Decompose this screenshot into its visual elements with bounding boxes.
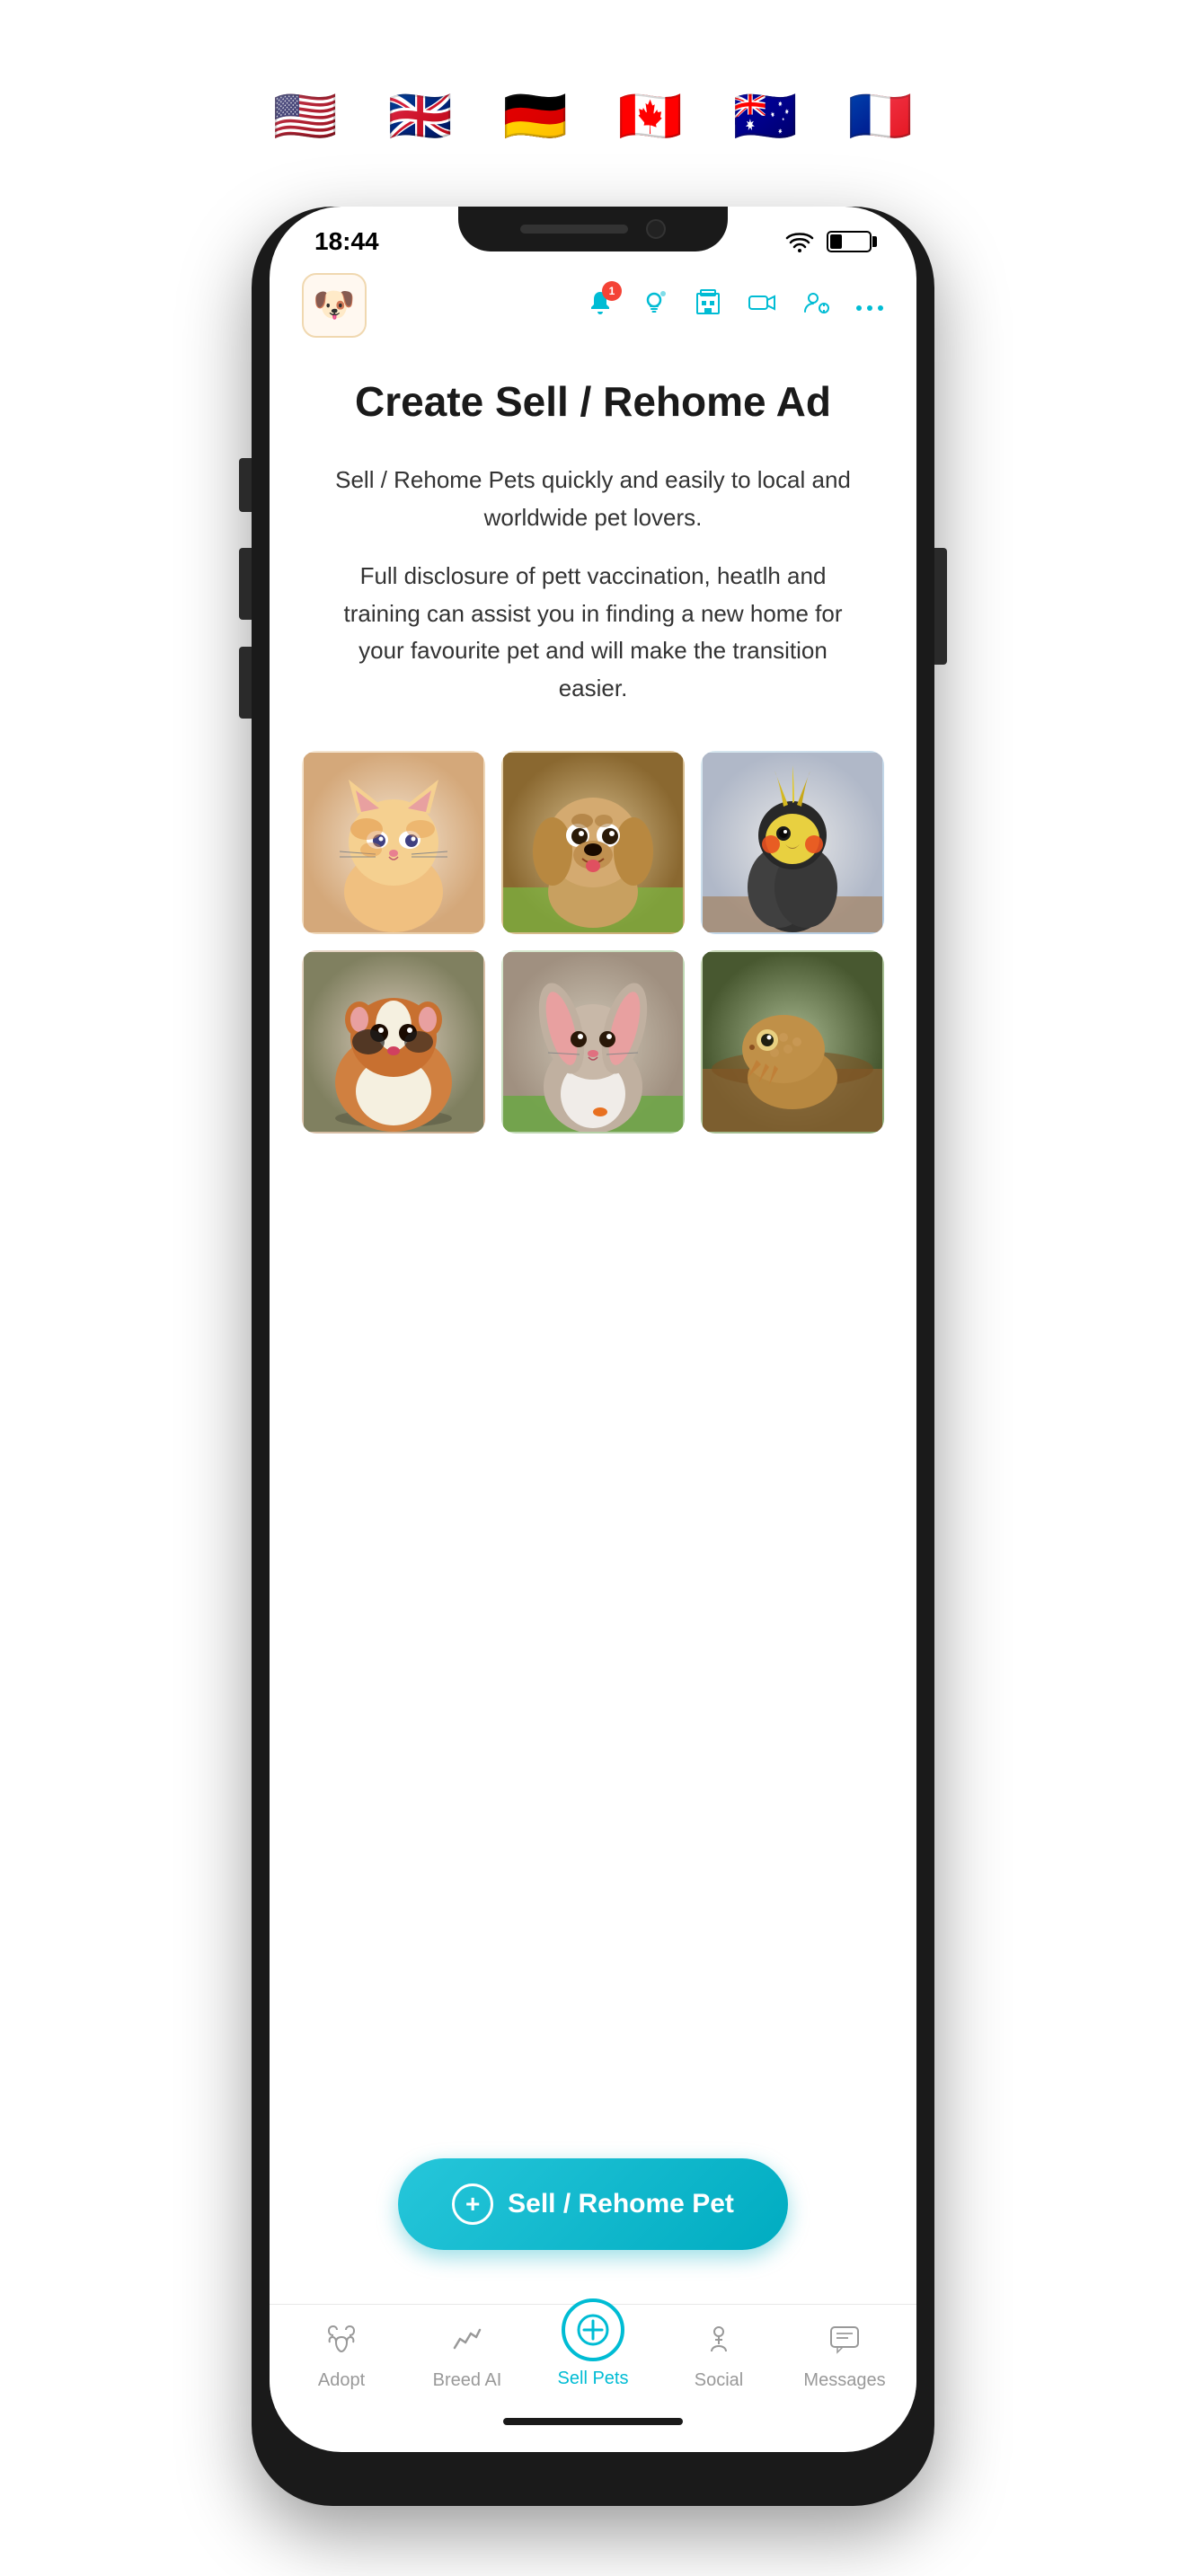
guinea-pig-image — [302, 950, 485, 1134]
front-camera — [646, 219, 666, 239]
power-button — [934, 548, 947, 665]
status-time: 18:44 — [314, 227, 379, 256]
canada-flag[interactable]: 🇨🇦 — [601, 81, 700, 153]
user-settings-icon[interactable] — [801, 288, 830, 323]
sell-button-plus-icon: + — [452, 2183, 493, 2225]
sell-button-wrapper: + Sell / Rehome Pet — [302, 2158, 884, 2250]
top-nav: 🐶 1 — [270, 269, 916, 341]
sell-rehome-pet-button[interactable]: + Sell / Rehome Pet — [398, 2158, 788, 2250]
france-flag[interactable]: 🇫🇷 — [831, 81, 930, 153]
nav-icons: 1 — [586, 288, 884, 323]
volume-down-button — [239, 647, 252, 719]
tab-social[interactable]: Social — [674, 2323, 764, 2391]
rabbit-image — [501, 950, 685, 1134]
sell-button-label: Sell / Rehome Pet — [508, 2189, 734, 2219]
messages-label: Messages — [803, 2370, 885, 2391]
speaker — [520, 225, 628, 234]
lizard-image — [701, 950, 884, 1134]
video-camera-icon[interactable] — [748, 288, 776, 323]
battery-icon — [827, 231, 872, 252]
page-title: Create Sell / Rehome Ad — [355, 377, 831, 426]
building-icon[interactable] — [694, 288, 722, 323]
wifi-icon — [785, 231, 814, 252]
phone-screen: 18:44 🐶 — [270, 207, 916, 2452]
germany-flag[interactable]: 🇩🇪 — [486, 81, 585, 153]
social-label: Social — [695, 2370, 743, 2391]
more-options-icon[interactable] — [855, 291, 884, 320]
sell-pets-center-icon — [562, 2298, 624, 2361]
notification-badge: 1 — [602, 281, 622, 301]
tab-sell-pets[interactable]: Sell Pets — [548, 2325, 638, 2389]
page-description-2: Full disclosure of pett vaccination, hea… — [323, 558, 863, 707]
puppy-svg — [503, 753, 683, 932]
breed-ai-icon — [451, 2323, 483, 2363]
messages-icon — [828, 2323, 861, 2363]
volume-up-button — [239, 548, 252, 620]
kitten-image — [302, 751, 485, 934]
flag-row: 🇺🇸 🇬🇧 🇩🇪 🇨🇦 🇦🇺 🇫🇷 — [256, 81, 930, 153]
usa-flag[interactable]: 🇺🇸 — [256, 81, 355, 153]
tab-messages[interactable]: Messages — [800, 2323, 890, 2391]
uk-flag[interactable]: 🇬🇧 — [371, 81, 470, 153]
phone-notch — [458, 207, 728, 251]
battery-fill — [830, 234, 842, 249]
cockatiel-svg — [703, 753, 882, 932]
lightbulb-icon[interactable] — [640, 288, 668, 323]
status-icons — [785, 231, 872, 252]
kitten-svg — [304, 753, 483, 932]
pet-image-grid — [302, 751, 884, 1134]
adopt-icon — [325, 2323, 358, 2363]
main-content: Create Sell / Rehome Ad Sell / Rehome Pe… — [270, 341, 916, 2304]
tab-adopt[interactable]: Adopt — [296, 2323, 386, 2391]
sell-pets-label: Sell Pets — [558, 2369, 629, 2389]
breed-ai-label: Breed AI — [433, 2370, 502, 2391]
puppy-image — [501, 751, 685, 934]
tab-breed-ai[interactable]: Breed AI — [422, 2323, 512, 2391]
page-description-1: Sell / Rehome Pets quickly and easily to… — [323, 462, 863, 536]
phone-frame: 18:44 🐶 — [252, 207, 934, 2506]
app-logo[interactable]: 🐶 — [302, 273, 367, 338]
notification-bell-icon[interactable]: 1 — [586, 288, 615, 323]
bottom-nav: Adopt Breed AI — [270, 2304, 916, 2400]
home-indicator — [503, 2418, 683, 2425]
guinea-pig-svg — [304, 952, 483, 1132]
rabbit-svg — [503, 952, 683, 1132]
social-icon — [703, 2323, 735, 2363]
adopt-label: Adopt — [318, 2370, 365, 2391]
australia-flag[interactable]: 🇦🇺 — [716, 81, 815, 153]
lizard-svg — [703, 952, 882, 1132]
cockatiel-image — [701, 751, 884, 934]
